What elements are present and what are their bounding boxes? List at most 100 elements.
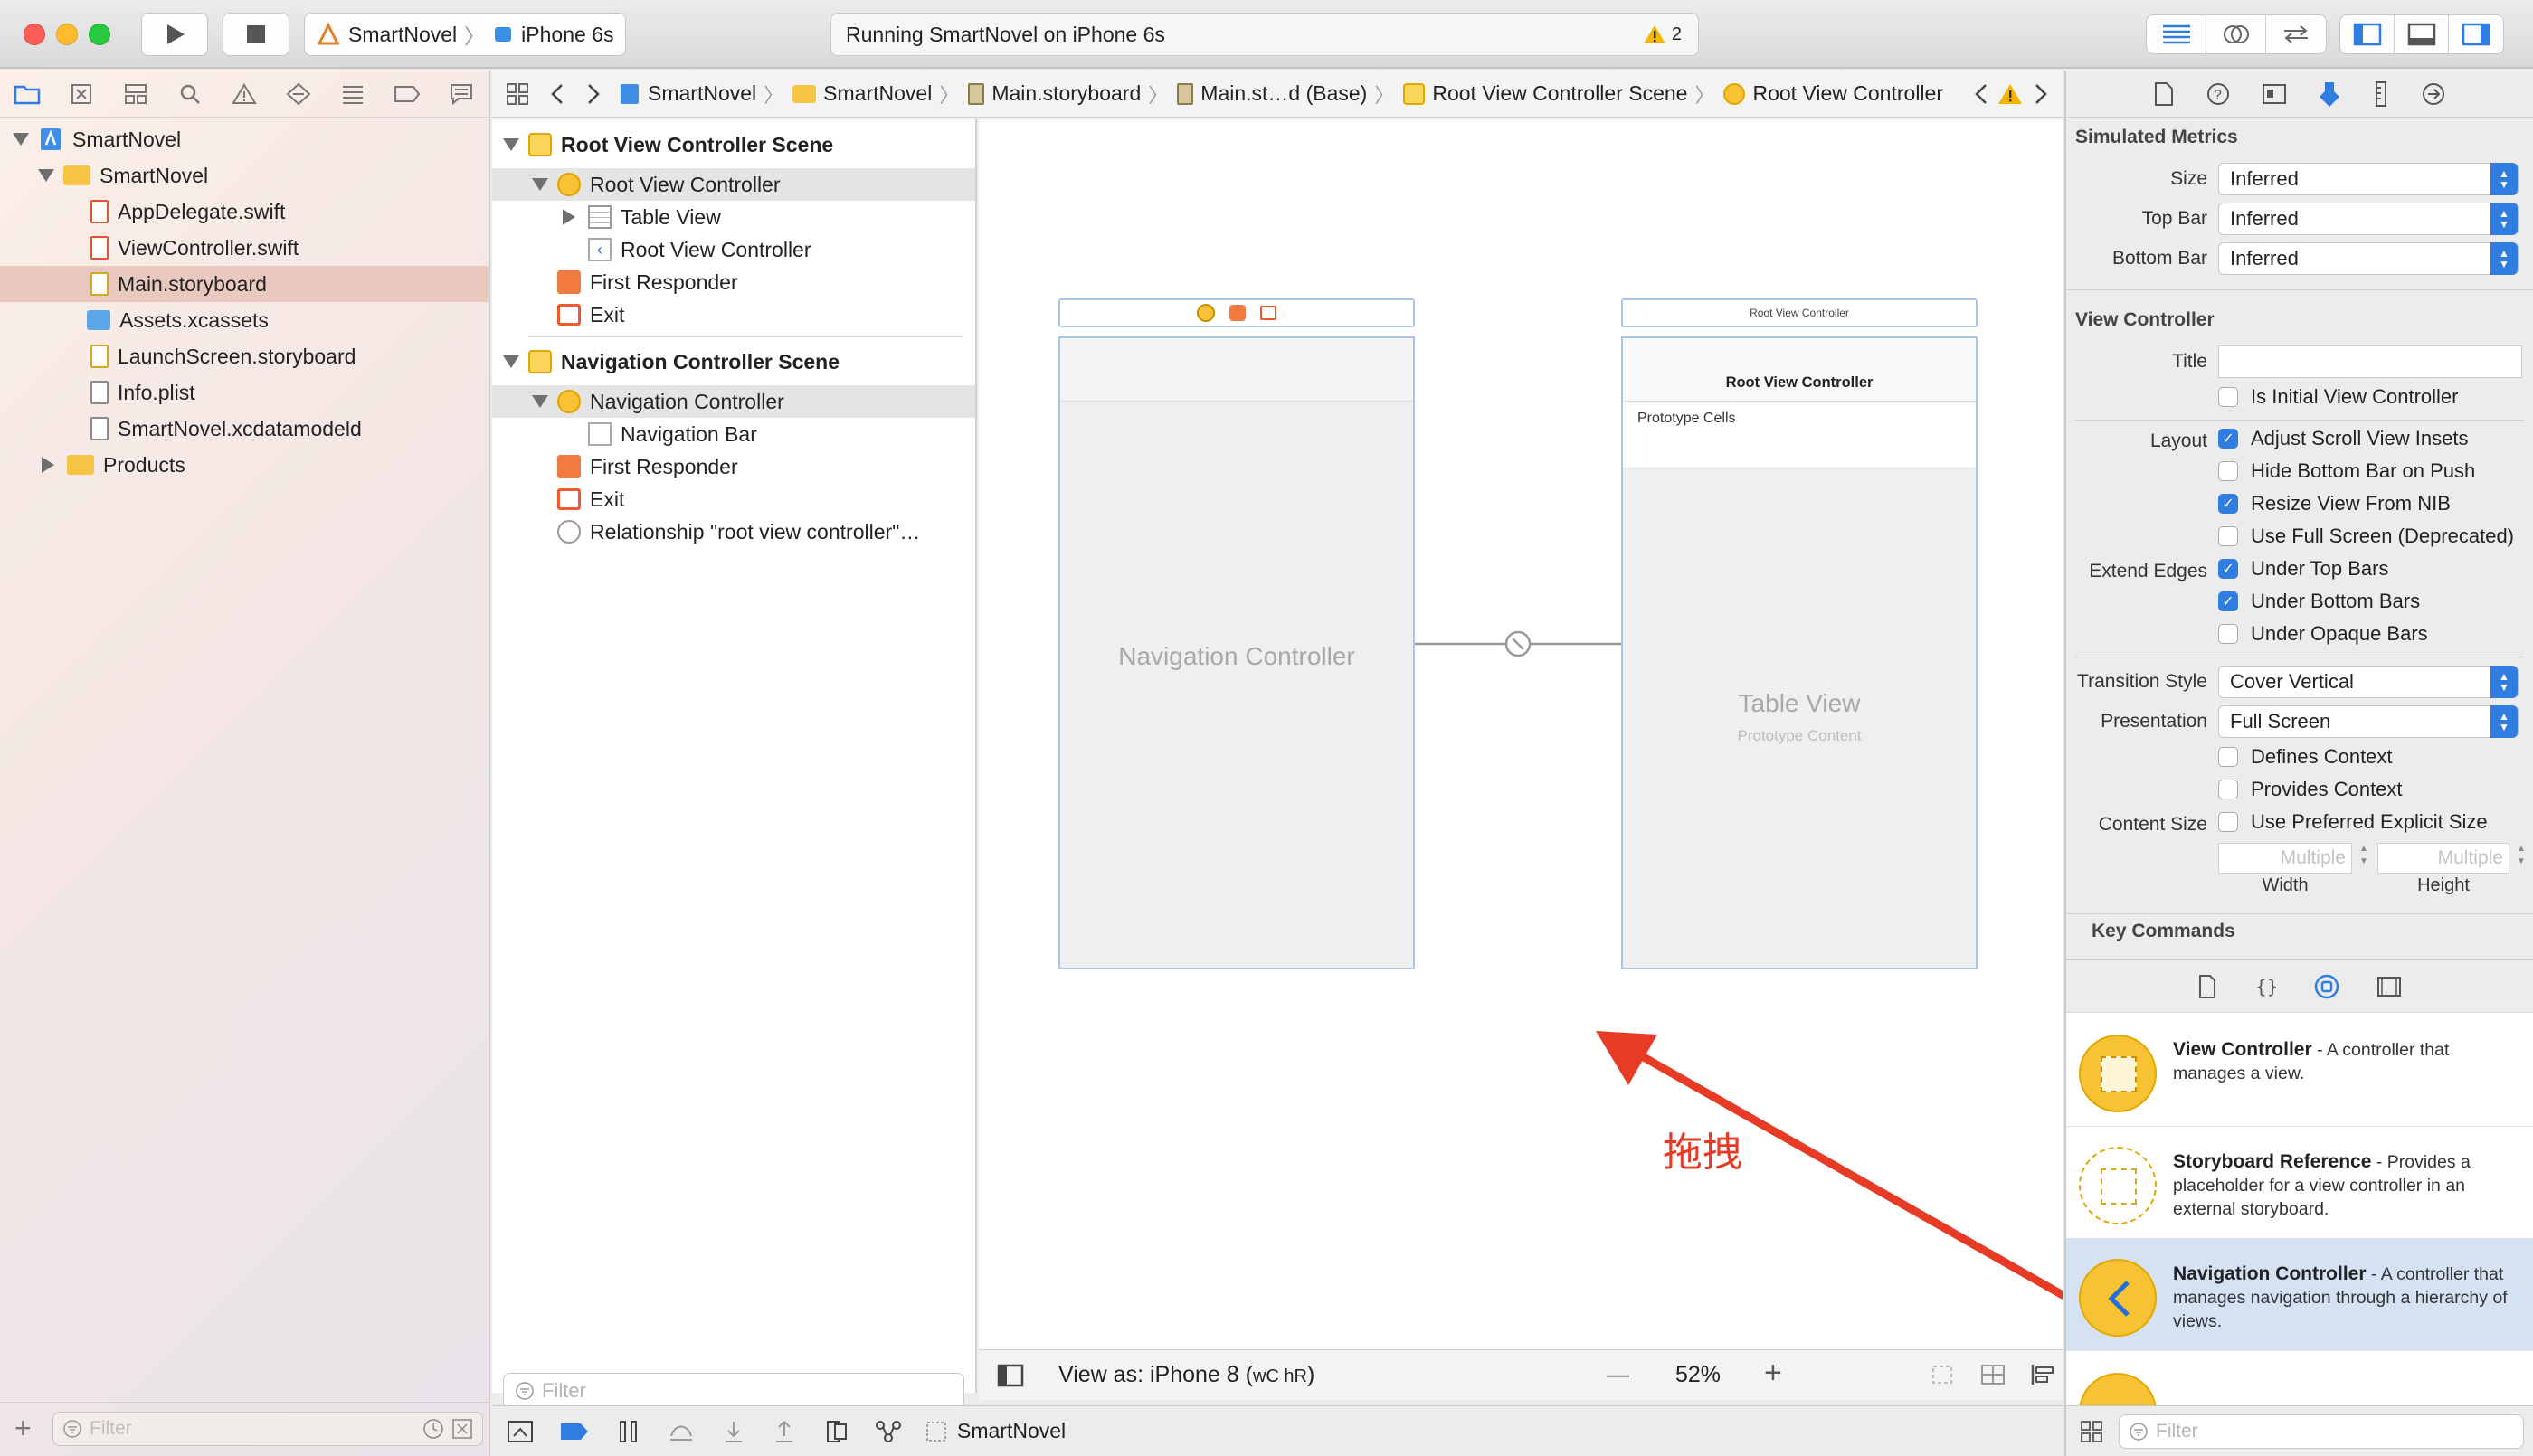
hide-bottom-bar-checkbox[interactable]: Hide Bottom Bar on Push	[2218, 458, 2475, 485]
toggle-inspector-button[interactable]	[2449, 15, 2503, 53]
first-responder-icon[interactable]	[1229, 305, 1246, 321]
report-navigator-tab[interactable]	[434, 82, 489, 106]
outline-filter-input[interactable]: Filter	[503, 1373, 964, 1409]
project-navigator-tab[interactable]	[0, 82, 54, 106]
step-out-icon[interactable]	[773, 1419, 796, 1444]
breakpoints-toggle-icon[interactable]	[559, 1422, 590, 1442]
transition-style-popup[interactable]: Cover Vertical ▲ ▼	[2218, 666, 2519, 698]
bottom-bar-popup[interactable]: Inferred ▲ ▼	[2218, 242, 2519, 275]
simulate-location-icon[interactable]	[925, 1420, 948, 1443]
outline-exit[interactable]: Exit	[492, 483, 975, 515]
debug-target-name[interactable]: SmartNovel	[957, 1419, 1066, 1443]
tree-item-file[interactable]: Assets.xcassets	[0, 302, 489, 338]
outline-first-responder[interactable]: First Responder	[492, 266, 975, 298]
under-top-bars-checkbox[interactable]: ✓ Under Top Bars	[2218, 555, 2388, 582]
file-template-icon[interactable]	[2197, 974, 2217, 999]
media-library-icon[interactable]	[2376, 975, 2402, 998]
warning-badge[interactable]: 2	[1643, 24, 1682, 45]
back-arrow-icon[interactable]	[550, 82, 564, 106]
align-icon[interactable]	[2030, 1362, 2057, 1387]
tree-item-file[interactable]: ViewController.swift	[0, 230, 489, 266]
tree-item-file-selected[interactable]: Main.storyboard	[0, 266, 489, 302]
top-bar-popup[interactable]: Inferred ▲ ▼	[2218, 203, 2519, 235]
checkbox-checked[interactable]: ✓	[2218, 429, 2238, 449]
adjust-scroll-checkbox[interactable]: ✓ Adjust Scroll View Insets	[2218, 425, 2468, 452]
storyboard-canvas[interactable]: Navigation Controller Root View Controll…	[979, 119, 2158, 1400]
minimize-window-button[interactable]	[56, 24, 78, 45]
disclosure-closed-icon[interactable]	[42, 457, 54, 473]
outline-table-view[interactable]: Table View	[492, 201, 975, 233]
add-icon[interactable]: +	[14, 1412, 32, 1445]
jump-crumb-project[interactable]: SmartNovel	[619, 81, 756, 106]
disclosure-open-icon[interactable]	[13, 133, 29, 146]
library-item-navigation-controller[interactable]: Navigation Controller - A controller tha…	[2066, 1239, 2533, 1351]
attributes-inspector-icon[interactable]	[2318, 80, 2341, 108]
outline-scene-nav[interactable]: Navigation Controller Scene	[492, 345, 975, 378]
version-editor-button[interactable]	[2266, 15, 2326, 53]
breakpoint-navigator-tab[interactable]	[380, 84, 434, 104]
scm-filter-icon[interactable]	[451, 1418, 473, 1440]
file-inspector-icon[interactable]	[2153, 81, 2175, 107]
preferred-size-checkbox[interactable]: Use Preferred Explicit Size	[2218, 808, 2488, 836]
test-navigator-tab[interactable]	[271, 82, 326, 106]
size-inspector-icon[interactable]	[2372, 80, 2390, 108]
provides-context-checkbox[interactable]: Provides Context	[2218, 776, 2403, 803]
previous-issue-icon[interactable]	[1974, 82, 1988, 106]
zoom-out-button[interactable]: —	[1607, 1362, 1629, 1388]
tree-item-group[interactable]: Products	[0, 447, 489, 483]
tree-item-file[interactable]: SmartNovel.xcdatamodeld	[0, 411, 489, 447]
width-field[interactable]: Multiple	[2218, 843, 2352, 874]
connections-inspector-icon[interactable]	[2421, 81, 2446, 107]
prototype-cell[interactable]: Prototype Cells	[1623, 402, 1976, 468]
full-screen-checkbox[interactable]: Use Full Screen (Deprecated)	[2218, 523, 2514, 550]
view-as-label[interactable]: View as: iPhone 8 (wC hR)	[1058, 1362, 1314, 1388]
tree-item-group[interactable]: SmartNovel	[0, 157, 489, 194]
library-item-view-controller[interactable]: View Controller - A controller that mana…	[2066, 1015, 2533, 1127]
scheme-selector[interactable]: SmartNovel 〉 iPhone 6s	[304, 13, 626, 56]
stop-button[interactable]	[223, 13, 289, 56]
under-bottom-bars-checkbox[interactable]: ✓ Under Bottom Bars	[2218, 588, 2420, 615]
checkbox-unchecked[interactable]	[2218, 780, 2238, 799]
outline-root-view-controller[interactable]: Root View Controller	[492, 168, 975, 201]
initial-vc-checkbox[interactable]: Is Initial View Controller	[2218, 383, 2458, 411]
exit-icon[interactable]	[1260, 306, 1276, 320]
disclosure-open-icon[interactable]	[532, 395, 548, 408]
next-issue-icon[interactable]	[2034, 82, 2048, 106]
run-button[interactable]	[141, 13, 208, 56]
object-library-icon[interactable]	[2313, 973, 2340, 1000]
view-hierarchy-icon[interactable]	[823, 1419, 850, 1444]
width-stepper[interactable]: ▲ ▼	[2356, 843, 2372, 874]
zoom-in-button[interactable]: +	[1764, 1356, 1782, 1391]
checkbox-unchecked[interactable]	[2218, 526, 2238, 546]
assistant-editor-button[interactable]	[2206, 15, 2266, 53]
issue-navigator-tab[interactable]	[217, 82, 271, 106]
title-field[interactable]	[2218, 345, 2522, 378]
outline-nav-item[interactable]: ‹ Root View Controller	[492, 233, 975, 266]
outline-navigation-controller[interactable]: Navigation Controller	[492, 385, 975, 418]
step-over-icon[interactable]	[668, 1420, 695, 1443]
close-window-button[interactable]	[24, 24, 45, 45]
root-view-controller-scene[interactable]: Root View Controller Prototype Cells Tab…	[1621, 336, 1978, 969]
disclosure-open-icon[interactable]	[532, 178, 548, 191]
jump-crumb-controller[interactable]: Root View Controller	[1723, 81, 1943, 106]
disclosure-open-icon[interactable]	[503, 355, 519, 368]
quick-help-icon[interactable]: ?	[2206, 81, 2231, 107]
checkbox-unchecked[interactable]	[2218, 461, 2238, 481]
disclosure-open-icon[interactable]	[38, 169, 54, 182]
jump-crumb-group[interactable]: SmartNovel	[792, 81, 932, 106]
jump-crumb-file[interactable]: Main.storyboard	[968, 81, 1141, 106]
navigator-filter-input[interactable]: Filter	[52, 1412, 483, 1446]
step-into-icon[interactable]	[722, 1419, 745, 1444]
related-items-icon[interactable]	[505, 81, 530, 107]
hide-debug-area-icon[interactable]	[507, 1420, 534, 1443]
memory-graph-icon[interactable]	[874, 1419, 903, 1444]
root-scene-dock[interactable]: Root View Controller	[1621, 298, 1978, 327]
library-filter-input[interactable]: Filter	[2119, 1414, 2524, 1449]
update-frames-icon[interactable]	[1929, 1362, 1956, 1387]
jump-crumb-scene[interactable]: Root View Controller Scene	[1403, 81, 1687, 106]
code-snippet-icon[interactable]: {}	[2253, 974, 2277, 999]
checkbox-checked[interactable]: ✓	[2218, 591, 2238, 611]
grid-view-icon[interactable]	[2079, 1419, 2104, 1444]
library-item-partial[interactable]	[2079, 1373, 2157, 1407]
defines-context-checkbox[interactable]: Defines Context	[2218, 743, 2393, 771]
